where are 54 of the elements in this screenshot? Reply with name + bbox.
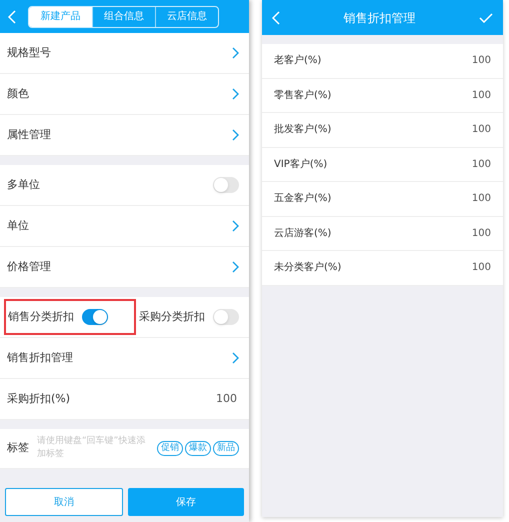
- chevron-right-icon: [232, 220, 239, 232]
- row-label: 标签: [7, 440, 29, 456]
- row-label: VIP客户(%): [274, 158, 328, 172]
- menu-row[interactable]: 属性管理: [0, 115, 249, 156]
- menu-row[interactable]: 价格管理: [0, 247, 249, 288]
- row-label: 销售折扣管理: [7, 350, 73, 366]
- switch-label: 销售分类折扣: [8, 308, 74, 325]
- row-value: 100: [472, 261, 491, 276]
- row-label: 单位: [7, 218, 29, 234]
- screen-title: 销售折扣管理: [344, 10, 416, 26]
- chevron-right-icon: [232, 129, 239, 141]
- toggle-switch[interactable]: [82, 309, 108, 325]
- toggle-switch[interactable]: [213, 177, 239, 193]
- row-value: 100: [216, 390, 237, 407]
- row-label: 采购折扣(%): [7, 390, 70, 407]
- row-label: 属性管理: [7, 126, 51, 143]
- cancel-button[interactable]: 取消: [5, 488, 123, 516]
- back-icon[interactable]: [272, 10, 280, 24]
- check-icon[interactable]: [479, 12, 493, 22]
- tag-chip[interactable]: 新品: [213, 441, 239, 456]
- row-label: 未分类客户(%): [274, 260, 342, 276]
- tag-input[interactable]: 请使用键盘“回车键”快速添加标签: [37, 434, 149, 462]
- tab[interactable]: 组合信息: [92, 6, 155, 26]
- row-value: 100: [472, 123, 491, 138]
- tab[interactable]: 云店信息: [155, 6, 218, 26]
- tag-chip[interactable]: 爆款: [185, 441, 211, 456]
- row-value: 100: [472, 192, 491, 206]
- back-icon[interactable]: [8, 10, 16, 24]
- row-label: 价格管理: [7, 258, 51, 275]
- row-value: 100: [472, 88, 491, 103]
- tag-chip[interactable]: 促销: [157, 441, 183, 456]
- chevron-right-icon: [232, 88, 239, 100]
- save-button[interactable]: 保存: [128, 488, 244, 516]
- chevron-right-icon: [232, 47, 239, 59]
- chevron-right-icon: [232, 352, 239, 364]
- row-label: 多单位: [7, 176, 40, 193]
- menu-row[interactable]: 销售折扣管理: [0, 338, 249, 379]
- row-label: 老客户(%): [274, 54, 322, 68]
- row-label: 颜色: [7, 86, 29, 102]
- menu-row[interactable]: 规格型号: [0, 33, 249, 74]
- row-value: 100: [472, 54, 491, 68]
- toggle-switch[interactable]: [213, 309, 239, 325]
- row-label: 零售客户(%): [274, 88, 332, 103]
- row-label: 批发客户(%): [274, 122, 332, 138]
- tab[interactable]: 新建产品: [29, 6, 92, 26]
- row-label: 云店游客(%): [274, 226, 332, 241]
- chevron-right-icon: [232, 261, 239, 273]
- row-label: 规格型号: [7, 44, 51, 61]
- row-value: 100: [472, 226, 491, 241]
- row-value: 100: [472, 158, 491, 172]
- menu-row[interactable]: 单位: [0, 206, 249, 247]
- row-label: 五金客户(%): [274, 192, 332, 206]
- menu-row[interactable]: 颜色: [0, 74, 249, 115]
- switch-label: 采购分类折扣: [139, 308, 205, 325]
